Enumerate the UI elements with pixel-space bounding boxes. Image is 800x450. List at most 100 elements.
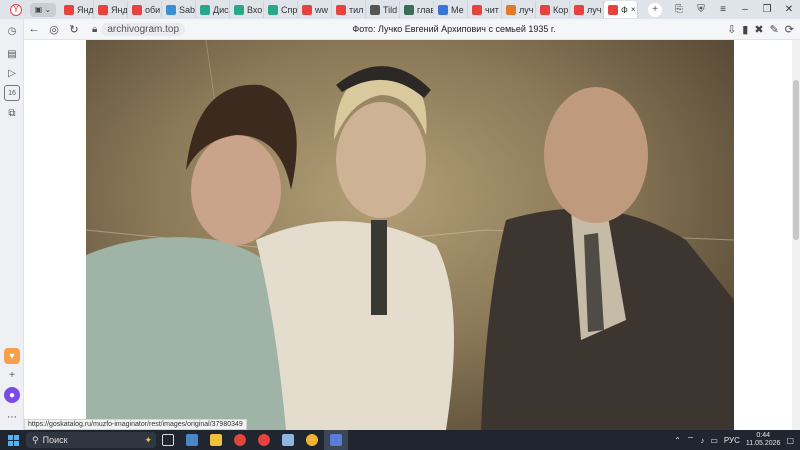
volume-icon[interactable]: ♪	[700, 436, 704, 445]
notifications-icon[interactable]: ▢	[786, 436, 794, 445]
page-scrollbar[interactable]	[792, 40, 800, 430]
browser-logo-icon[interactable]: Y	[10, 3, 22, 16]
chrome-app-icon[interactable]	[228, 430, 252, 450]
address-bar-actions: ⇩ ▮ ✖ ✎ ⟳	[727, 23, 800, 36]
tab-favicon-icon	[438, 4, 448, 15]
tab-label: Кор	[553, 4, 569, 15]
alice-panel-icon[interactable]: ▾	[4, 348, 20, 364]
browser-tab[interactable]: Дис	[196, 1, 230, 18]
browser-tab[interactable]: Янд	[94, 1, 128, 18]
active-tab[interactable]: Ф ×	[604, 1, 638, 18]
man-face	[544, 87, 648, 223]
language-indicator[interactable]: РУС	[724, 436, 740, 445]
tab-label: Янд	[77, 4, 94, 15]
close-tab-icon[interactable]: ×	[631, 5, 636, 14]
address-bar: ← ◎ ↻ 🔒︎ archivogram.top Фото: Лучко Евг…	[24, 19, 800, 40]
browser-tab[interactable]: оби	[128, 1, 162, 18]
start-windows-icon[interactable]	[0, 430, 26, 450]
browser-tab[interactable]: луч	[570, 1, 604, 18]
active-tab-label: Ф	[621, 4, 628, 15]
tab-label: глав	[417, 4, 434, 15]
active-tab-favicon-icon	[608, 4, 618, 15]
bookmark-icon[interactable]: ▮	[742, 23, 748, 36]
tab-label: тил	[349, 4, 364, 15]
browser-tab[interactable]: Вхо	[230, 1, 264, 18]
minimize-icon[interactable]: –	[734, 0, 756, 19]
boy-shirt	[256, 221, 454, 430]
tab-favicon-icon	[268, 4, 278, 15]
search-highlight-icon: ✦	[144, 434, 152, 445]
boy-face	[336, 102, 426, 218]
tab-favicon-icon	[336, 4, 346, 15]
task-view-icon[interactable]	[156, 430, 180, 450]
calendar-icon[interactable]: 16	[4, 85, 20, 101]
yandex-app-icon[interactable]	[252, 430, 276, 450]
new-tab-button[interactable]: +	[648, 2, 662, 17]
tab-label: Sab	[179, 4, 196, 15]
browser-tab[interactable]: ww	[298, 1, 332, 18]
protect-icon[interactable]: ⛨	[690, 0, 712, 19]
history-icon[interactable]: ◷	[4, 23, 20, 39]
tab-label: Ме	[451, 4, 464, 15]
window-controls: ⎘ ⛨ ≡ – ❐ ✕	[668, 0, 800, 19]
browser-tab[interactable]: луч	[502, 1, 536, 18]
browser-tab[interactable]: Ме	[434, 1, 468, 18]
system-tray: ⌃ ⌔ ♪ ▭ РУС 0:44 11.05.2026 ▢	[674, 432, 800, 448]
alice-assistant-icon[interactable]: ●	[4, 387, 20, 403]
clock[interactable]: 0:44 11.05.2026	[746, 432, 781, 448]
browser-tab[interactable]: тил	[332, 1, 366, 18]
file-explorer-icon[interactable]	[204, 430, 228, 450]
lock-icon: 🔒︎	[92, 23, 98, 35]
network-icon[interactable]: ⌔	[687, 435, 695, 445]
chat-icon[interactable]: ✎	[770, 23, 779, 36]
browser-tab[interactable]: Кор	[536, 1, 570, 18]
yandex-browser-icon[interactable]	[324, 430, 348, 450]
menu-icon[interactable]: ≡	[712, 0, 734, 19]
browser-tab[interactable]: глав	[400, 1, 434, 18]
tab-favicon-icon	[506, 4, 516, 15]
browser-tab[interactable]: Tild	[366, 1, 400, 18]
url-field[interactable]: 🔒︎ archivogram.top	[92, 22, 186, 36]
battery-icon[interactable]: ▭	[710, 436, 718, 445]
browser-tab[interactable]: чит	[468, 1, 502, 18]
family-photo	[86, 40, 734, 430]
clock-time: 0:44	[756, 432, 770, 439]
tab-group-button[interactable]: ▣ ⌄	[30, 2, 56, 17]
refresh-icon[interactable]: ↻	[64, 19, 84, 39]
back-arrow-icon[interactable]: ←	[24, 19, 44, 39]
extension-icon[interactable]: ✖	[754, 23, 763, 36]
collections-icon[interactable]: ▤	[4, 46, 20, 62]
close-window-icon[interactable]: ✕	[778, 0, 800, 19]
notepad-app-icon[interactable]	[180, 430, 204, 450]
page-title: Фото: Лучко Евгений Архипович с семьей 1…	[352, 24, 556, 34]
tab-favicon-icon	[166, 4, 176, 15]
play-icon[interactable]: ▷	[4, 65, 20, 81]
tab-label: чит	[485, 4, 499, 15]
taskbar-search[interactable]: ⚲ Поиск ✦	[26, 432, 156, 448]
browser-tab[interactable]: Спр	[264, 1, 298, 18]
chrome-pinned-icon[interactable]	[300, 430, 324, 450]
clock-date: 11.05.2026	[745, 440, 781, 447]
browser-tab[interactable]: Янд	[60, 1, 94, 18]
bookmarks-icon[interactable]: ⎘	[668, 0, 690, 19]
screenshot-icon[interactable]: ⧉	[4, 105, 20, 121]
more-icon[interactable]: ⋯	[4, 409, 20, 425]
profile-icon[interactable]: ◎	[44, 19, 64, 39]
download-icon[interactable]: ⇩	[727, 23, 736, 36]
browser-tab[interactable]: Sab	[162, 1, 196, 18]
tab-favicon-icon	[574, 4, 584, 15]
tab-strip: Y ▣ ⌄ Янд Янд оби Sab Дис Вхо Спр ww тил Tild глав…	[0, 0, 800, 19]
tab-label: Спр	[281, 4, 298, 15]
page-content	[24, 40, 800, 430]
tab-label: Вхо	[247, 4, 263, 15]
network-app-icon[interactable]	[276, 430, 300, 450]
restore-icon[interactable]: ❐	[756, 0, 778, 19]
tab-favicon-icon	[472, 4, 482, 15]
tab-favicon-icon	[302, 4, 312, 15]
side-panel: ◷ ▤ ▷ 16 ⧉ ▾ + ● ⋯	[0, 19, 24, 430]
tray-chevron-icon[interactable]: ⌃	[674, 436, 681, 445]
scrollbar-thumb[interactable]	[793, 80, 799, 240]
add-panel-icon[interactable]: +	[4, 367, 20, 383]
translate-icon[interactable]: ⟳	[785, 23, 794, 36]
tab-label: луч	[587, 4, 602, 15]
